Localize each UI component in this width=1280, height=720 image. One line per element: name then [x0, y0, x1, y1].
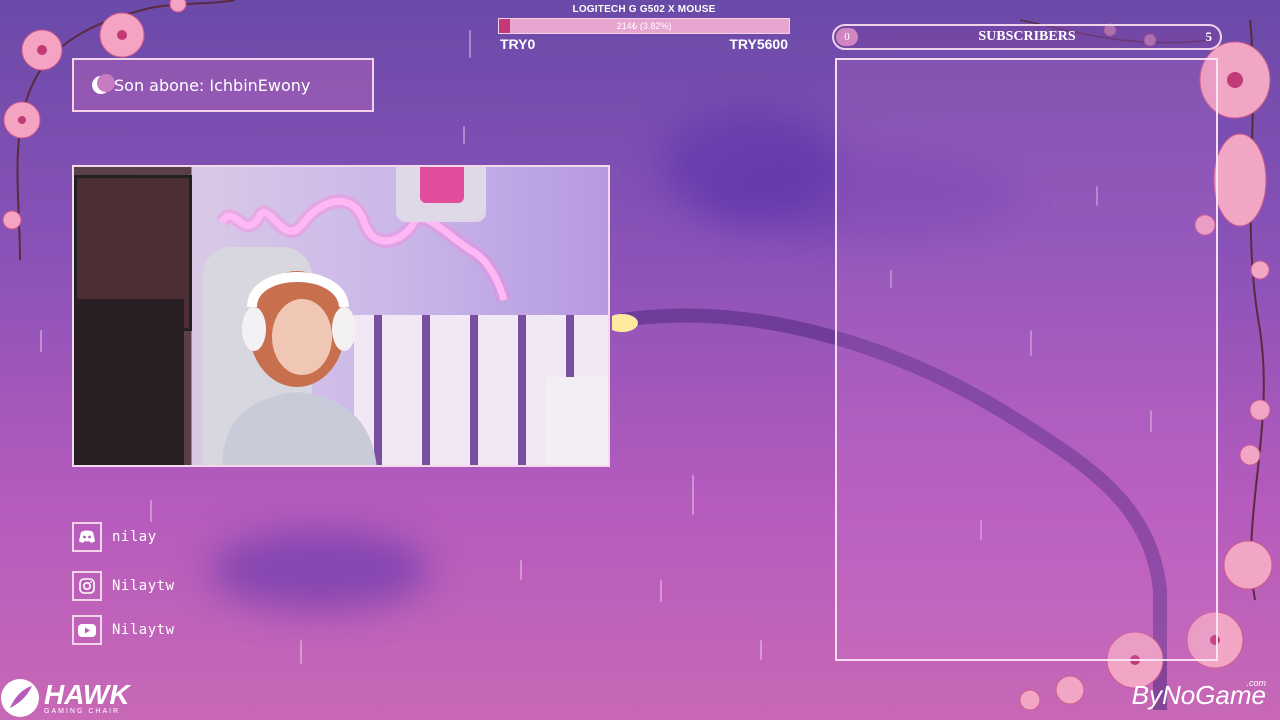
instagram-icon [72, 571, 102, 601]
rain-streak [692, 475, 694, 515]
bynogame-tld: .com [1246, 678, 1266, 688]
last-subscriber-box: Son abone: IchbinEwony [72, 58, 374, 112]
hawk-name: HAWK [44, 678, 130, 710]
hawk-subtitle: GAMING CHAIR [44, 707, 121, 715]
webcam-feed [72, 165, 610, 467]
goal-progress-bar: 214₺ (3.82%) [498, 18, 790, 34]
youtube-icon [72, 615, 102, 645]
social-instagram[interactable]: Nilaytw [72, 571, 175, 601]
webcam-desk [74, 299, 184, 465]
donation-goal: LOGITECH G G502 X MOUSE 214₺ (3.82%) TRY… [498, 4, 790, 52]
social-handle: nilay [112, 529, 157, 545]
goal-max-label: TRY5600 [729, 36, 788, 52]
social-youtube[interactable]: Nilaytw [72, 615, 175, 645]
social-handle: Nilaytw [112, 578, 175, 594]
discord-icon [72, 522, 102, 552]
subscriber-goal: 0 SUBSCRIBERS 5 [832, 24, 1222, 50]
rain-streak [40, 330, 42, 352]
rain-streak [520, 560, 522, 580]
goal-title: LOGITECH G G502 X MOUSE [572, 4, 716, 15]
goal-min-label: TRY0 [500, 36, 536, 52]
streamer-person [222, 271, 377, 465]
background-cloud [210, 530, 430, 610]
social-handle: Nilaytw [112, 622, 175, 638]
rain-streak [660, 580, 662, 602]
rain-streak [463, 126, 465, 144]
rain-streak [469, 30, 471, 58]
goal-progress-text: 214₺ (3.82%) [616, 21, 672, 31]
webcam-nightstand [546, 377, 608, 465]
bynogame-logo: ByNoGame .com [1132, 678, 1266, 711]
rain-streak [760, 640, 762, 660]
rain-streak [300, 640, 302, 664]
subscriber-target: 5 [1205, 29, 1213, 44]
chat-panel [835, 58, 1218, 661]
last-subscriber-text: Son abone: IchbinEwony [114, 75, 311, 95]
rain-streak [150, 500, 152, 522]
hawk-feather-icon [1, 679, 39, 717]
moon-icon [92, 74, 115, 94]
hawk-logo: HAWK GAMING CHAIR [0, 678, 130, 718]
subscriber-label: SUBSCRIBERS [978, 29, 1076, 44]
social-discord[interactable]: nilay [72, 522, 157, 552]
webcam-microphone [396, 167, 486, 222]
